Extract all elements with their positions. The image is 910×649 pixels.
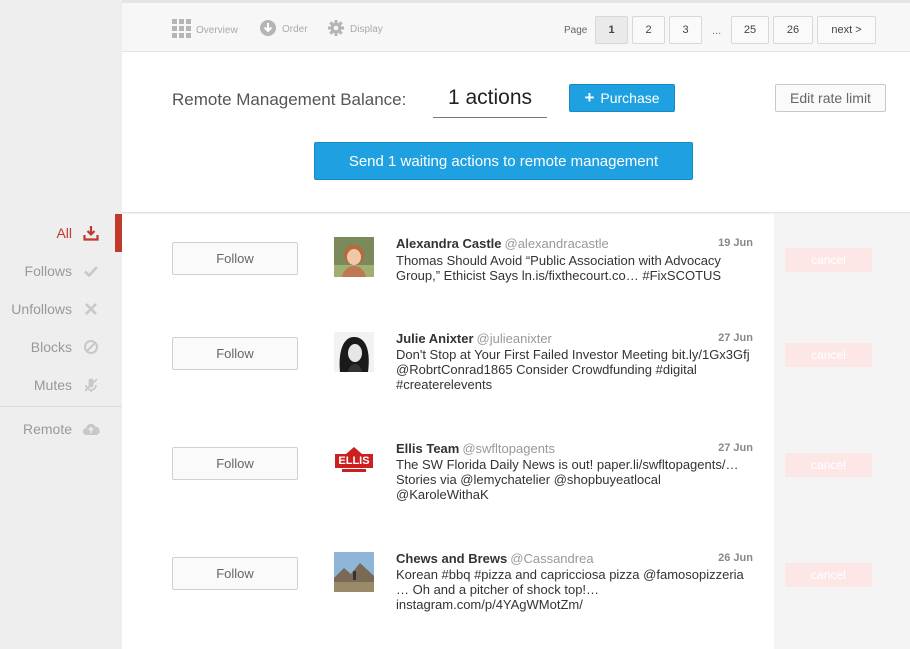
purchase-label: Purchase [600,90,660,106]
sidebar-item-label: Mutes [33,377,72,393]
author-name: Alexandra Castle [396,236,502,251]
tweet-date: 27 Jun [718,332,753,344]
display-label: Display [350,24,383,35]
display-button[interactable]: Display [327,19,383,40]
gear-icon [327,19,345,40]
sidebar-item-label: Blocks [30,339,72,355]
download-icon [82,224,100,242]
list-item: Follow Alexandra Castle @alexandracastle … [122,236,774,332]
order-button[interactable]: Order [259,19,308,40]
avatar [334,552,374,592]
avatar [334,237,374,277]
sidebar-item-unfollows[interactable]: Unfollows [11,299,100,319]
sidebar-divider [0,406,122,407]
arrow-down-circle-icon [259,19,277,40]
tweet-author: Julie Anixter @julieanixter [396,331,552,346]
tweet-author: Ellis Team @swfltopagents [396,441,555,456]
sidebar-item-label: Remote [22,421,72,437]
list-item: Follow ELLIS Ellis Team @swfltopagents 27… [122,441,774,537]
sidebar-item-blocks[interactable]: Blocks [31,337,100,357]
balance-label: Remote Management Balance: [172,90,407,109]
list-item: Follow Chews and Brews @Cassandrea 26 Jun… [122,551,774,647]
avatar-logo-text: ELLIS [338,455,370,467]
author-name: Ellis Team [396,441,460,456]
follow-button[interactable]: Follow [172,447,298,480]
author-handle: @Cassandrea [510,551,594,566]
sidebar: All Follows Unfollows Blocks Mutes Remot… [0,0,122,649]
check-icon [82,262,100,280]
page-button-2[interactable]: 2 [632,16,665,44]
avatar: ELLIS [334,442,374,482]
page-button-1[interactable]: 1 [595,16,628,44]
x-icon [82,300,100,318]
sidebar-item-label: All [56,225,72,241]
next-page-button[interactable]: next > [817,16,876,44]
tweet-author: Alexandra Castle @alexandracastle [396,236,609,251]
overview-label: Overview [196,24,238,36]
send-to-remote-button[interactable]: Send 1 waiting actions to remote managem… [314,142,693,180]
page-button-25[interactable]: 25 [731,16,769,44]
plus-icon: + [584,88,595,107]
block-icon [82,338,100,356]
page-button-3[interactable]: 3 [669,16,702,44]
cancel-button[interactable]: cancel [785,453,872,477]
author-name: Chews and Brews [396,551,508,566]
overview-button[interactable]: Overview [172,19,238,41]
page-button-26[interactable]: 26 [773,16,813,44]
author-name: Julie Anixter [396,331,474,346]
purchase-button[interactable]: + Purchase [569,84,675,112]
sidebar-item-label: Follows [24,263,72,279]
follow-button[interactable]: Follow [172,242,298,275]
sidebar-item-mutes[interactable]: Mutes [34,375,100,395]
tweet-text: The SW Florida Daily News is out! paper.… [396,457,739,502]
cancel-button[interactable]: cancel [785,343,872,367]
tweet-date: 27 Jun [718,442,753,454]
tweet-author: Chews and Brews @Cassandrea [396,551,594,566]
cancel-button[interactable]: cancel [785,248,872,272]
tweet-text: Don't Stop at Your First Failed Investor… [396,347,750,392]
sidebar-item-follows[interactable]: Follows [25,261,100,281]
sidebar-item-label: Unfollows [11,301,72,317]
tweet-text: Korean #bbq #pizza and capricciosa pizza… [396,567,744,612]
top-toolbar: Overview Order Display Page 1 2 3 ... 25… [122,0,910,52]
cloud-icon [82,420,100,438]
order-label: Order [282,24,308,35]
edit-rate-limit-button[interactable]: Edit rate limit [775,84,886,112]
list-item: Follow Julie Anixter @julieanixter 27 Jun… [122,331,774,427]
author-handle: @swfltopagents [462,441,556,456]
sidebar-item-all[interactable]: All [56,223,100,243]
grid-icon [172,19,191,41]
author-handle: @alexandracastle [504,236,609,251]
cancel-button[interactable]: cancel [785,563,872,587]
actions-list: Follow Alexandra Castle @alexandracastle … [122,214,774,649]
active-indicator [115,214,122,252]
tweet-text: Thomas Should Avoid “Public Association … [396,253,722,283]
balance-value: 1 actions [433,82,547,118]
follow-button[interactable]: Follow [172,337,298,370]
sidebar-item-remote[interactable]: Remote [23,419,100,439]
page-label: Page [564,25,588,36]
tweet-date: 19 Jun [718,237,753,249]
avatar [334,332,374,372]
balance-panel: Remote Management Balance: 1 actions + P… [122,52,910,213]
follow-button[interactable]: Follow [172,557,298,590]
tweet-date: 26 Jun [718,552,753,564]
mute-icon [82,376,100,394]
page-ellipsis: ... [712,25,722,37]
author-handle: @julieanixter [476,331,552,346]
